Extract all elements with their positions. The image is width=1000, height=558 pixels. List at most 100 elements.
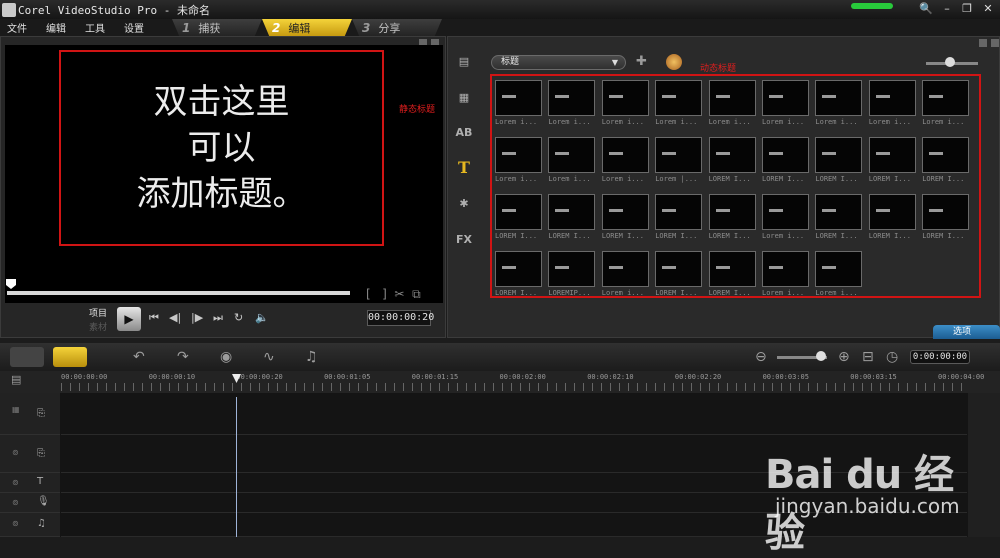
menu-edit[interactable]: 编辑	[46, 20, 66, 35]
title-preset-thumbnail[interactable]	[708, 251, 756, 287]
home-icon[interactable]: ⏮	[149, 311, 159, 325]
title-preset-thumbnail[interactable]	[655, 137, 703, 173]
fx-filter-icon[interactable]: FX	[454, 231, 474, 249]
title-preset-thumbnail[interactable]	[655, 251, 703, 287]
transition-library-icon[interactable]: ▦	[454, 89, 474, 107]
clip-mode-label[interactable]: 素材	[89, 320, 107, 333]
mark-in-out-icon[interactable]: [ ] ✂ ⧉	[366, 287, 421, 302]
preview-window[interactable]: 双击这里 可以 添加标题。 静态标题	[5, 45, 443, 303]
scrubber-bar[interactable]	[7, 291, 350, 295]
title-preset-thumbnail[interactable]	[762, 80, 809, 116]
minimize-button[interactable]: –	[937, 1, 957, 17]
category-dropdown[interactable]: 标题 ▼	[491, 55, 626, 70]
project-mode-label[interactable]: 项目	[89, 306, 107, 319]
title-preset-thumbnail[interactable]	[868, 137, 916, 173]
track-manager-icon[interactable]: ▤	[11, 373, 21, 386]
previous-frame-icon[interactable]: ◀|	[169, 311, 181, 324]
title-highlight-box[interactable]: 双击这里 可以 添加标题。	[59, 50, 384, 246]
title-preset-thumbnail[interactable]	[762, 194, 809, 230]
overlay-track-head[interactable]: ⊚ ⎘	[0, 435, 60, 473]
title-preset-thumbnail[interactable]	[601, 251, 649, 287]
step-tab-capture[interactable]: 1 捕获	[172, 19, 262, 36]
title-preset-thumbnail[interactable]	[708, 194, 756, 230]
repeat-icon[interactable]: ↻	[234, 311, 243, 324]
title-preset-thumbnail[interactable]	[815, 194, 863, 230]
next-frame-icon[interactable]: |▶	[191, 311, 203, 324]
volume-icon[interactable]: 🔈	[255, 311, 269, 324]
title-library-icon[interactable]: T	[454, 159, 474, 177]
title-preset-thumbnail[interactable]	[762, 137, 809, 173]
title-preset-thumbnail[interactable]	[868, 194, 916, 230]
title-preset-thumbnail[interactable]	[922, 194, 970, 230]
effect-library-icon[interactable]: ✱	[454, 195, 474, 213]
title-preset-thumbnail[interactable]	[495, 251, 542, 287]
search-icon[interactable]: 🔍	[916, 1, 936, 17]
panel-minimize-icon[interactable]	[979, 39, 987, 47]
track-toggle-icon[interactable]: ⊚	[12, 498, 19, 507]
step-tab-share[interactable]: 3 分享	[352, 19, 442, 36]
title-preset-thumbnail[interactable]	[548, 80, 596, 116]
graphic-library-icon[interactable]: AB	[454, 124, 474, 142]
track-toggle-icon[interactable]: ⊚	[12, 519, 19, 528]
title-preset-thumbnail[interactable]	[815, 251, 863, 287]
play-button[interactable]: ▶	[117, 307, 141, 331]
title-preset-thumbnail[interactable]	[922, 80, 970, 116]
sound-mixer-icon[interactable]: ∿	[263, 349, 275, 365]
add-to-library-icon[interactable]: ✚	[636, 54, 647, 69]
zoom-in-icon[interactable]: ⊕	[838, 349, 850, 365]
title-preset-thumbnail[interactable]	[868, 80, 916, 116]
music-track-head[interactable]: ⊚ ♫	[0, 513, 60, 537]
zoom-out-icon[interactable]: ⊖	[755, 349, 767, 365]
title-track-head[interactable]: ⊚ T	[0, 473, 60, 493]
menu-tools[interactable]: 工具	[85, 20, 105, 35]
maximize-button[interactable]: ❐	[957, 1, 977, 17]
title-preset-thumbnail[interactable]	[548, 251, 596, 287]
title-preset-thumbnail[interactable]	[922, 137, 970, 173]
options-tab[interactable]: 选项	[933, 325, 1000, 339]
thumbnail-size-knob[interactable]	[945, 57, 955, 67]
panel-maximize-icon[interactable]	[991, 39, 999, 47]
menu-file[interactable]: 文件	[7, 20, 27, 35]
title-preset-thumbnail[interactable]	[815, 137, 863, 173]
menu-settings[interactable]: 设置	[124, 20, 144, 35]
title-preset-caption: Lorem i...	[495, 118, 538, 126]
title-preset-thumbnail[interactable]	[548, 137, 596, 173]
media-library-icon[interactable]: ▤	[454, 53, 474, 71]
title-preset-thumbnail[interactable]	[495, 137, 542, 173]
title-preset-thumbnail[interactable]	[601, 80, 649, 116]
step-label: 编辑	[288, 21, 311, 35]
timeline-zoom-knob[interactable]	[816, 351, 826, 361]
title-preset-thumbnail[interactable]	[495, 80, 542, 116]
title-preset-thumbnail[interactable]	[815, 80, 863, 116]
title-preset-thumbnail[interactable]	[601, 137, 649, 173]
title-preset-thumbnail[interactable]	[708, 137, 756, 173]
timeline-view-button[interactable]	[53, 347, 87, 367]
step-tab-edit[interactable]: 2 编辑	[262, 19, 352, 36]
voice-track-head[interactable]: ⊚ 🎙	[0, 493, 60, 513]
video-track-head[interactable]: ▦ ⎘	[0, 393, 60, 435]
fit-project-icon[interactable]: ⊟	[862, 349, 874, 365]
auto-music-icon[interactable]: ♫	[305, 349, 318, 365]
timecode-display[interactable]: 00:00:00:20	[367, 310, 434, 326]
title-preset-thumbnail[interactable]	[655, 194, 703, 230]
title-preset-thumbnail[interactable]	[708, 80, 756, 116]
undo-icon[interactable]: ↶	[133, 349, 145, 365]
storyboard-view-button[interactable]	[10, 347, 44, 367]
title-preset-thumbnail[interactable]	[495, 194, 542, 230]
title-preset-thumbnail[interactable]	[601, 194, 649, 230]
library-sidebar: ▤ ▦ AB T ✱ FX	[448, 47, 481, 327]
track-toggle-icon[interactable]: ⊚	[12, 478, 19, 487]
track-toggle-icon[interactable]: ▦	[12, 405, 20, 414]
online-content-icon[interactable]	[666, 54, 682, 70]
title-preset-thumbnail[interactable]	[762, 251, 809, 287]
track-toggle-icon[interactable]: ⊚	[12, 448, 19, 457]
title-preset-thumbnail[interactable]	[655, 80, 703, 116]
record-capture-icon[interactable]: ◉	[220, 349, 232, 365]
end-icon[interactable]: ⏭	[213, 311, 223, 325]
title-preset-thumbnail[interactable]	[548, 194, 596, 230]
video-track[interactable]	[61, 393, 967, 435]
redo-icon[interactable]: ↷	[177, 349, 189, 365]
close-button[interactable]: ✕	[978, 1, 998, 17]
timeline-ruler[interactable]: ▤ 00:00:00:00 00:00:00:10 00:00:00:20 00:00…	[0, 371, 1000, 393]
ruler-time-label: 00:00:00:20	[236, 373, 283, 381]
